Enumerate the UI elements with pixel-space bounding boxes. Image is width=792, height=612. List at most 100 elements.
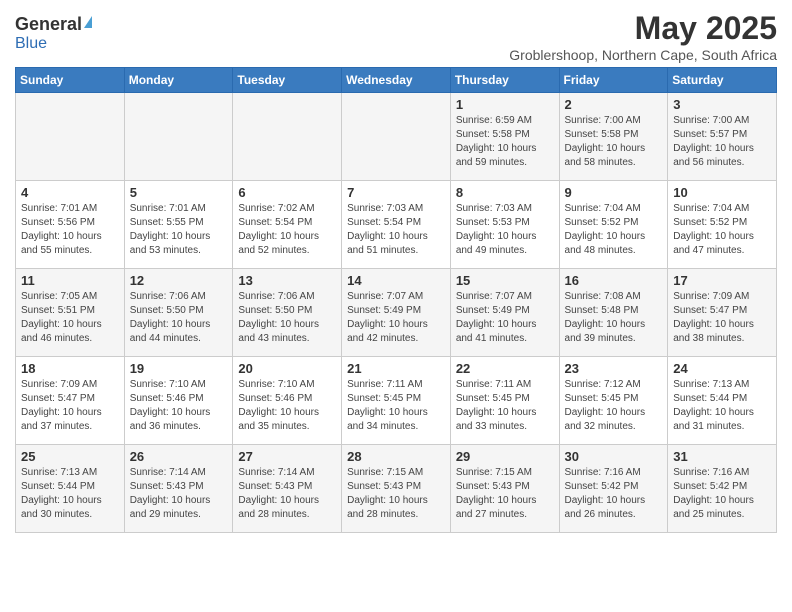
calendar-cell: 6 Sunrise: 7:02 AM Sunset: 5:54 PM Daylig…	[233, 181, 342, 269]
calendar-cell: 8 Sunrise: 7:03 AM Sunset: 5:53 PM Daylig…	[450, 181, 559, 269]
day-number: 18	[21, 361, 119, 376]
day-info: Sunrise: 7:16 AM Sunset: 5:42 PM Dayligh…	[673, 466, 771, 522]
calendar-cell: 5 Sunrise: 7:01 AM Sunset: 5:55 PM Daylig…	[124, 181, 233, 269]
day-info: Sunrise: 7:14 AM Sunset: 5:43 PM Dayligh…	[130, 466, 228, 522]
day-info: Sunrise: 7:09 AM Sunset: 5:47 PM Dayligh…	[21, 378, 119, 434]
weekday-header-friday: Friday	[559, 68, 668, 93]
day-number: 9	[565, 185, 663, 200]
day-info: Sunrise: 7:05 AM Sunset: 5:51 PM Dayligh…	[21, 290, 119, 346]
day-info: Sunrise: 7:07 AM Sunset: 5:49 PM Dayligh…	[456, 290, 554, 346]
day-number: 19	[130, 361, 228, 376]
day-number: 17	[673, 273, 771, 288]
weekday-header-row: SundayMondayTuesdayWednesdayThursdayFrid…	[16, 68, 777, 93]
logo-triangle-icon	[84, 16, 92, 28]
calendar-cell	[342, 93, 451, 181]
calendar-week-4: 18 Sunrise: 7:09 AM Sunset: 5:47 PM Dayli…	[16, 357, 777, 445]
calendar-cell: 19 Sunrise: 7:10 AM Sunset: 5:46 PM Dayli…	[124, 357, 233, 445]
calendar-cell: 27 Sunrise: 7:14 AM Sunset: 5:43 PM Dayli…	[233, 445, 342, 533]
calendar-cell: 1 Sunrise: 6:59 AM Sunset: 5:58 PM Daylig…	[450, 93, 559, 181]
day-info: Sunrise: 7:08 AM Sunset: 5:48 PM Dayligh…	[565, 290, 663, 346]
calendar-cell: 23 Sunrise: 7:12 AM Sunset: 5:45 PM Dayli…	[559, 357, 668, 445]
calendar-cell: 11 Sunrise: 7:05 AM Sunset: 5:51 PM Dayli…	[16, 269, 125, 357]
day-number: 4	[21, 185, 119, 200]
day-info: Sunrise: 7:04 AM Sunset: 5:52 PM Dayligh…	[673, 202, 771, 258]
day-number: 14	[347, 273, 445, 288]
day-number: 30	[565, 449, 663, 464]
day-number: 1	[456, 97, 554, 112]
calendar-cell: 26Sunrise: 7:14 AM Sunset: 5:43 PM Dayli…	[124, 445, 233, 533]
day-number: 20	[238, 361, 336, 376]
calendar-cell: 15Sunrise: 7:07 AM Sunset: 5:49 PM Dayli…	[450, 269, 559, 357]
logo: General Blue	[15, 14, 92, 53]
day-number: 16	[565, 273, 663, 288]
day-info: Sunrise: 7:14 AM Sunset: 5:43 PM Dayligh…	[238, 466, 336, 522]
day-number: 3	[673, 97, 771, 112]
calendar-cell: 12Sunrise: 7:06 AM Sunset: 5:50 PM Dayli…	[124, 269, 233, 357]
day-number: 2	[565, 97, 663, 112]
calendar-cell: 24 Sunrise: 7:13 AM Sunset: 5:44 PM Dayli…	[668, 357, 777, 445]
day-number: 28	[347, 449, 445, 464]
day-info: Sunrise: 7:10 AM Sunset: 5:46 PM Dayligh…	[130, 378, 228, 434]
logo-general: General	[15, 14, 82, 35]
day-info: Sunrise: 7:03 AM Sunset: 5:53 PM Dayligh…	[456, 202, 554, 258]
weekday-header-tuesday: Tuesday	[233, 68, 342, 93]
calendar-cell: 17 Sunrise: 7:09 AM Sunset: 5:47 PM Dayli…	[668, 269, 777, 357]
day-info: Sunrise: 7:12 AM Sunset: 5:45 PM Dayligh…	[565, 378, 663, 434]
logo-blue: Blue	[15, 35, 47, 53]
title-block: May 2025 Groblershoop, Northern Cape, So…	[509, 10, 777, 63]
calendar-cell: 25Sunrise: 7:13 AM Sunset: 5:44 PM Dayli…	[16, 445, 125, 533]
day-info: Sunrise: 7:00 AM Sunset: 5:57 PM Dayligh…	[673, 114, 771, 170]
logo-text: General	[15, 14, 92, 35]
day-number: 11	[21, 273, 119, 288]
weekday-header-wednesday: Wednesday	[342, 68, 451, 93]
calendar-cell: 29Sunrise: 7:15 AM Sunset: 5:43 PM Dayli…	[450, 445, 559, 533]
day-number: 27	[238, 449, 336, 464]
day-number: 5	[130, 185, 228, 200]
calendar-cell	[124, 93, 233, 181]
calendar-week-5: 25Sunrise: 7:13 AM Sunset: 5:44 PM Dayli…	[16, 445, 777, 533]
day-number: 31	[673, 449, 771, 464]
calendar-cell	[16, 93, 125, 181]
day-info: Sunrise: 7:10 AM Sunset: 5:46 PM Dayligh…	[238, 378, 336, 434]
day-info: Sunrise: 7:15 AM Sunset: 5:43 PM Dayligh…	[456, 466, 554, 522]
day-info: Sunrise: 7:01 AM Sunset: 5:56 PM Dayligh…	[21, 202, 119, 258]
calendar-week-2: 4 Sunrise: 7:01 AM Sunset: 5:56 PM Daylig…	[16, 181, 777, 269]
day-number: 21	[347, 361, 445, 376]
calendar-cell	[233, 93, 342, 181]
calendar-cell: 4 Sunrise: 7:01 AM Sunset: 5:56 PM Daylig…	[16, 181, 125, 269]
calendar-cell: 3 Sunrise: 7:00 AM Sunset: 5:57 PM Daylig…	[668, 93, 777, 181]
weekday-header-thursday: Thursday	[450, 68, 559, 93]
calendar-cell: 7 Sunrise: 7:03 AM Sunset: 5:54 PM Daylig…	[342, 181, 451, 269]
day-info: Sunrise: 7:13 AM Sunset: 5:44 PM Dayligh…	[673, 378, 771, 434]
calendar-cell: 31 Sunrise: 7:16 AM Sunset: 5:42 PM Dayli…	[668, 445, 777, 533]
day-info: Sunrise: 6:59 AM Sunset: 5:58 PM Dayligh…	[456, 114, 554, 170]
calendar-cell: 28Sunrise: 7:15 AM Sunset: 5:43 PM Dayli…	[342, 445, 451, 533]
day-info: Sunrise: 7:01 AM Sunset: 5:55 PM Dayligh…	[130, 202, 228, 258]
day-info: Sunrise: 7:11 AM Sunset: 5:45 PM Dayligh…	[456, 378, 554, 434]
day-number: 23	[565, 361, 663, 376]
calendar-cell: 13Sunrise: 7:06 AM Sunset: 5:50 PM Dayli…	[233, 269, 342, 357]
day-info: Sunrise: 7:16 AM Sunset: 5:42 PM Dayligh…	[565, 466, 663, 522]
calendar-table: SundayMondayTuesdayWednesdayThursdayFrid…	[15, 67, 777, 533]
day-number: 7	[347, 185, 445, 200]
day-number: 13	[238, 273, 336, 288]
day-info: Sunrise: 7:07 AM Sunset: 5:49 PM Dayligh…	[347, 290, 445, 346]
day-info: Sunrise: 7:11 AM Sunset: 5:45 PM Dayligh…	[347, 378, 445, 434]
day-info: Sunrise: 7:09 AM Sunset: 5:47 PM Dayligh…	[673, 290, 771, 346]
calendar-cell: 21 Sunrise: 7:11 AM Sunset: 5:45 PM Dayli…	[342, 357, 451, 445]
calendar-cell: 16 Sunrise: 7:08 AM Sunset: 5:48 PM Dayli…	[559, 269, 668, 357]
calendar-cell: 22Sunrise: 7:11 AM Sunset: 5:45 PM Dayli…	[450, 357, 559, 445]
day-number: 6	[238, 185, 336, 200]
calendar-cell: 14 Sunrise: 7:07 AM Sunset: 5:49 PM Dayli…	[342, 269, 451, 357]
calendar-cell: 20 Sunrise: 7:10 AM Sunset: 5:46 PM Dayli…	[233, 357, 342, 445]
day-info: Sunrise: 7:06 AM Sunset: 5:50 PM Dayligh…	[130, 290, 228, 346]
calendar-cell: 10Sunrise: 7:04 AM Sunset: 5:52 PM Dayli…	[668, 181, 777, 269]
day-number: 8	[456, 185, 554, 200]
day-info: Sunrise: 7:03 AM Sunset: 5:54 PM Dayligh…	[347, 202, 445, 258]
day-info: Sunrise: 7:00 AM Sunset: 5:58 PM Dayligh…	[565, 114, 663, 170]
day-info: Sunrise: 7:02 AM Sunset: 5:54 PM Dayligh…	[238, 202, 336, 258]
day-number: 24	[673, 361, 771, 376]
month-title: May 2025	[509, 10, 777, 47]
weekday-header-sunday: Sunday	[16, 68, 125, 93]
weekday-header-monday: Monday	[124, 68, 233, 93]
